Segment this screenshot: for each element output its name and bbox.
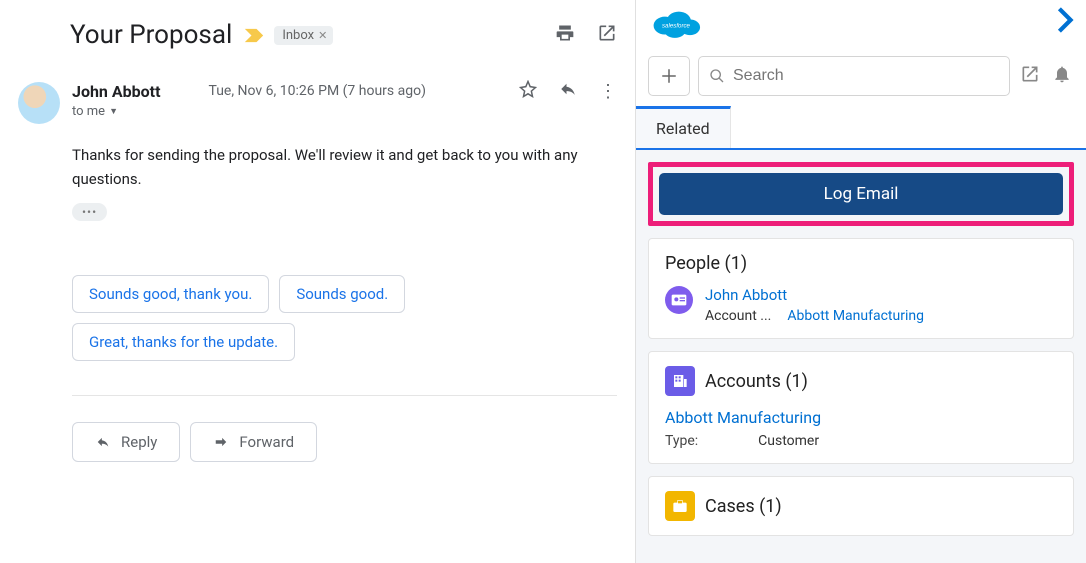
- recipient-text: to me: [72, 104, 105, 119]
- print-icon[interactable]: [555, 23, 575, 47]
- reply-button-label: Reply: [121, 433, 157, 451]
- svg-text:salesforce: salesforce: [662, 22, 691, 29]
- inbox-chip-remove-icon[interactable]: ✕: [318, 29, 327, 42]
- open-in-new-icon[interactable]: [597, 23, 617, 47]
- more-menu-icon[interactable]: ⋮: [599, 87, 617, 96]
- smart-reply-1[interactable]: Sounds good.: [279, 275, 405, 313]
- smart-reply-0[interactable]: Sounds good, thank you.: [72, 275, 269, 313]
- log-email-highlight: Log Email: [648, 162, 1074, 226]
- sender-avatar[interactable]: [18, 82, 60, 124]
- plus-icon: [660, 67, 678, 85]
- recipient-line[interactable]: to me ▼: [72, 104, 617, 119]
- cases-header: Cases (1): [665, 491, 1057, 521]
- account-type-row: Type: Customer: [665, 433, 1057, 449]
- people-subline: Account ... Abbott Manufacturing: [705, 308, 924, 324]
- reply-button[interactable]: Reply: [72, 422, 180, 462]
- message-text: Thanks for sending the proposal. We'll r…: [72, 143, 617, 191]
- account-type-label: Type:: [665, 433, 698, 449]
- account-type-value: Customer: [758, 433, 819, 449]
- people-row[interactable]: John Abbott Account ... Abbott Manufactu…: [665, 286, 1057, 324]
- salesforce-content: Log Email People (1) John Abbott Account…: [636, 150, 1086, 563]
- log-email-button[interactable]: Log Email: [659, 173, 1063, 215]
- recipient-expand-icon[interactable]: ▼: [109, 106, 118, 117]
- message-date: Tue, Nov 6, 10:26 PM (7 hours ago): [208, 83, 425, 99]
- people-card-title: People (1): [665, 253, 1057, 274]
- account-name-link[interactable]: Abbott Manufacturing: [665, 408, 1057, 427]
- people-card: People (1) John Abbott Account ... Abbot…: [648, 238, 1074, 339]
- reply-icon[interactable]: [559, 80, 577, 102]
- email-pane: Your Proposal Inbox ✕ John Abbott Tue, N…: [0, 0, 635, 563]
- forward-button-label: Forward: [239, 433, 294, 451]
- message-row: John Abbott Tue, Nov 6, 10:26 PM (7 hour…: [18, 80, 617, 462]
- notifications-icon[interactable]: [1050, 64, 1074, 88]
- contact-icon: [665, 286, 693, 314]
- salesforce-header: salesforce: [636, 0, 1086, 56]
- show-trimmed-button[interactable]: •••: [72, 203, 107, 221]
- accounts-card: Accounts (1) Abbott Manufacturing Type: …: [648, 351, 1074, 464]
- search-icon: [709, 68, 725, 84]
- reply-buttons-row: Reply Forward: [72, 422, 617, 462]
- people-name-link[interactable]: John Abbott: [705, 286, 924, 304]
- inbox-label-chip[interactable]: Inbox ✕: [274, 26, 333, 45]
- message-body: John Abbott Tue, Nov 6, 10:26 PM (7 hour…: [72, 80, 617, 462]
- divider: [72, 395, 617, 396]
- add-button[interactable]: [648, 56, 690, 96]
- smart-replies: Sounds good, thank you. Sounds good. Gre…: [72, 275, 617, 361]
- people-field-label: Account ...: [705, 308, 771, 324]
- account-icon: [665, 366, 695, 396]
- inbox-chip-text: Inbox: [282, 28, 314, 43]
- importance-marker-icon[interactable]: [244, 27, 264, 43]
- subject-row: Your Proposal Inbox ✕: [18, 20, 617, 50]
- collapse-panel-icon[interactable]: [1056, 6, 1074, 41]
- subject-actions: [555, 23, 617, 47]
- forward-arrow-icon: [213, 435, 229, 449]
- sender-name: John Abbott: [72, 82, 160, 101]
- cases-icon: [665, 491, 695, 521]
- accounts-card-title: Accounts (1): [705, 371, 808, 392]
- search-input[interactable]: [733, 67, 999, 85]
- salesforce-tabs: Related: [636, 106, 1086, 150]
- accounts-header: Accounts (1): [665, 366, 1057, 396]
- tab-related[interactable]: Related: [636, 106, 731, 148]
- smart-reply-2[interactable]: Great, thanks for the update.: [72, 323, 295, 361]
- search-box[interactable]: [698, 56, 1010, 96]
- forward-button[interactable]: Forward: [190, 422, 317, 462]
- message-actions: ⋮: [519, 80, 617, 102]
- star-icon[interactable]: [519, 80, 537, 102]
- salesforce-panel: salesforce Related Log Email People (1): [635, 0, 1086, 563]
- cases-card-title: Cases (1): [705, 496, 782, 517]
- reply-arrow-icon: [95, 435, 111, 449]
- salesforce-toolbar: [636, 56, 1086, 106]
- people-info: John Abbott Account ... Abbott Manufactu…: [705, 286, 924, 324]
- cases-card: Cases (1): [648, 476, 1074, 536]
- popout-icon[interactable]: [1018, 64, 1042, 88]
- email-subject: Your Proposal: [70, 20, 232, 50]
- salesforce-logo-icon: salesforce: [648, 6, 704, 40]
- sender-line: John Abbott Tue, Nov 6, 10:26 PM (7 hour…: [72, 80, 617, 102]
- people-account-link[interactable]: Abbott Manufacturing: [787, 308, 924, 324]
